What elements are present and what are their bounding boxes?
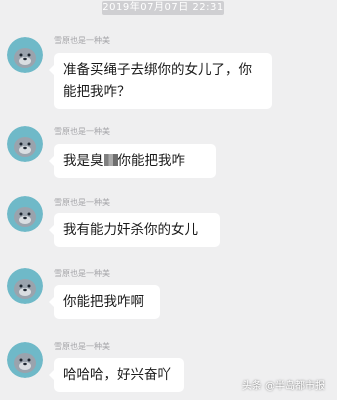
seal-avatar-icon	[7, 342, 43, 378]
message-bubble[interactable]: 我是臭 你能把我咋	[49, 144, 216, 178]
sender-name: 雪原也是一种美	[54, 127, 110, 136]
message-text: 哈哈哈，好兴奋吖	[63, 367, 171, 383]
mosaic-censor	[103, 154, 118, 166]
message-bubble[interactable]: 你能把我咋啊	[49, 285, 160, 319]
sender-name: 雪原也是一种美	[54, 198, 110, 207]
seal-avatar-icon	[7, 126, 43, 162]
message-text: 你能把我咋	[117, 153, 186, 169]
avatar[interactable]	[7, 126, 43, 162]
seal-avatar-icon	[7, 37, 43, 73]
sender-name: 雪原也是一种美	[54, 342, 110, 351]
message-text: 准备买绳子去绑你的女儿了，你能把我咋？	[63, 62, 252, 100]
message-bubble[interactable]: 我有能力奸杀你的女儿	[49, 213, 220, 247]
message-text: 我是臭	[63, 153, 104, 169]
message-text: 你能把我咋啊	[63, 294, 144, 310]
watermark: 头条 @半岛都市报	[241, 381, 325, 392]
message-bubble[interactable]: 哈哈哈，好兴奋吖	[49, 358, 184, 392]
avatar[interactable]	[7, 342, 43, 378]
timestamp-pill: 2019年07月07日 22:31	[102, 1, 224, 15]
message-text: 我有能力奸杀你的女儿	[63, 222, 198, 238]
avatar[interactable]	[7, 268, 43, 304]
sender-name: 雪原也是一种美	[54, 36, 110, 45]
sender-name: 雪原也是一种美	[54, 269, 110, 278]
chat-screen: 2019年07月07日 22:31 雪原也是一种美 准备买绳子去绑你的女儿了，你…	[0, 0, 337, 400]
avatar[interactable]	[7, 196, 43, 232]
message-bubble[interactable]: 准备买绳子去绑你的女儿了，你能把我咋？	[49, 53, 272, 109]
avatar[interactable]	[7, 37, 43, 73]
seal-avatar-icon	[7, 196, 43, 232]
seal-avatar-icon	[7, 268, 43, 304]
